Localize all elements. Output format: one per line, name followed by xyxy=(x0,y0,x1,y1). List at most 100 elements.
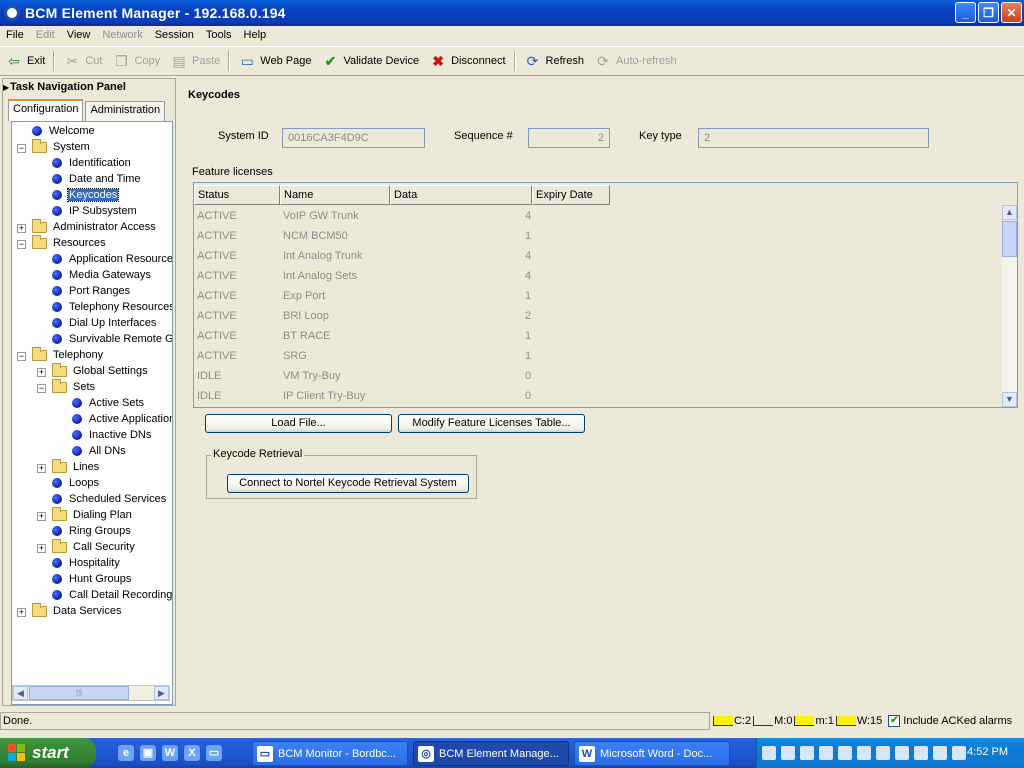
menu-tools[interactable]: Tools xyxy=(200,29,238,41)
system-id-field[interactable]: 0016CA3F4D9C xyxy=(282,128,425,148)
tab-configuration[interactable]: Configuration xyxy=(8,99,84,121)
tree-item-media-gateways[interactable]: Media Gateways xyxy=(52,267,152,283)
minimize-button[interactable]: _ xyxy=(955,2,976,23)
modify-feature-licenses-button[interactable]: Modify Feature Licenses Table... xyxy=(398,414,585,433)
table-row[interactable]: ACTIVE Int Analog Trunk 4 xyxy=(194,247,1002,267)
tree-item-ip-subsystem[interactable]: IP Subsystem xyxy=(52,203,138,219)
close-button[interactable]: ✕ xyxy=(1001,2,1022,23)
tree-item-inactive-dns[interactable]: Inactive DNs xyxy=(72,427,152,443)
menu-view[interactable]: View xyxy=(61,29,97,41)
column-header-expiry-date[interactable]: Expiry Date xyxy=(532,185,610,205)
tray-shield-icon[interactable] xyxy=(857,746,871,760)
tree-item-telephony-resources[interactable]: Telephony Resources xyxy=(52,299,172,315)
expand-toggle[interactable]: + xyxy=(17,224,26,233)
scroll-thumb[interactable]: ||| xyxy=(29,686,129,700)
tray-app-icon[interactable] xyxy=(914,746,928,760)
load-file-button[interactable]: Load File... xyxy=(205,414,392,433)
table-row[interactable]: ACTIVE Int Analog Sets 4 xyxy=(194,267,1002,287)
tray-network-icon[interactable] xyxy=(762,746,776,760)
tray-volume-icon[interactable] xyxy=(838,746,852,760)
tree-item-dialing-plan[interactable]: Dialing Plan xyxy=(52,506,133,523)
table-row[interactable]: IDLE IP Client Try-Buy 0 xyxy=(194,387,1002,407)
tree-item-identification[interactable]: Identification xyxy=(52,155,132,171)
tree-item-survivable-remote-gateway[interactable]: Survivable Remote Gateway xyxy=(52,331,172,347)
sequence-field[interactable]: 2 xyxy=(528,128,610,148)
table-row[interactable]: ACTIVE BT RACE 1 xyxy=(194,327,1002,347)
tree-item-lines[interactable]: Lines xyxy=(52,458,100,475)
menu-network[interactable]: Network xyxy=(96,29,148,41)
tree-item-application-resources[interactable]: Application Resources xyxy=(52,251,172,267)
tree-item-call-security[interactable]: Call Security xyxy=(52,538,136,555)
table-row[interactable]: ACTIVE SRG 1 xyxy=(194,347,1002,367)
column-header-name[interactable]: Name xyxy=(280,185,390,205)
cut-button[interactable]: ✂ Cut xyxy=(58,48,107,74)
connect-nortel-button[interactable]: Connect to Nortel Keycode Retrieval Syst… xyxy=(227,474,469,493)
tree-item-system[interactable]: System xyxy=(32,138,91,155)
collapse-toggle[interactable]: − xyxy=(17,352,26,361)
scroll-up-icon[interactable]: ▲ xyxy=(1002,205,1017,220)
tree-item-telephony[interactable]: Telephony xyxy=(32,346,104,363)
tree-item-hospitality[interactable]: Hospitality xyxy=(52,555,121,571)
tray-app-icon[interactable] xyxy=(933,746,947,760)
tree-item-all-dns[interactable]: All DNs xyxy=(72,443,127,459)
taskbar-item-bcm-monitor[interactable]: ▭ BCM Monitor - Bordbc... xyxy=(252,741,408,766)
auto-refresh-button[interactable]: ⟳ Auto-refresh xyxy=(589,48,682,74)
word-icon[interactable]: W xyxy=(162,745,178,761)
web-page-button[interactable]: ▭ Web Page xyxy=(233,48,316,74)
key-type-field[interactable]: 2 xyxy=(698,128,929,148)
tray-app-icon[interactable] xyxy=(781,746,795,760)
include-acked-checkbox[interactable]: ✔ xyxy=(888,715,901,727)
expand-toggle[interactable]: + xyxy=(37,512,46,521)
menu-session[interactable]: Session xyxy=(149,29,200,41)
tray-app-icon[interactable] xyxy=(819,746,833,760)
refresh-button[interactable]: ⟳ Refresh xyxy=(519,48,590,74)
scroll-thumb[interactable] xyxy=(1002,221,1017,257)
collapse-toggle[interactable]: − xyxy=(37,384,46,393)
taskbar-item-bcm-element-manager[interactable]: ◎ BCM Element Manage... xyxy=(413,741,569,766)
tree-item-scheduled-services[interactable]: Scheduled Services xyxy=(52,491,167,507)
explorer-icon[interactable]: ▣ xyxy=(140,745,156,761)
table-row[interactable]: ACTIVE Exp Port 1 xyxy=(194,287,1002,307)
collapse-arrow-icon[interactable]: ▶ xyxy=(3,83,9,92)
tree-item-data-services[interactable]: Data Services xyxy=(32,602,122,619)
collapse-toggle[interactable]: − xyxy=(17,240,26,249)
tree-item-date-and-time[interactable]: Date and Time xyxy=(52,171,142,187)
ie-icon[interactable]: e xyxy=(118,745,134,761)
tray-app-icon[interactable] xyxy=(952,746,966,760)
tree-item-active-applications[interactable]: Active Applications xyxy=(72,411,172,427)
expand-toggle[interactable]: + xyxy=(17,608,26,617)
taskbar-item-microsoft-word[interactable]: W Microsoft Word - Doc... xyxy=(574,741,730,766)
menu-edit[interactable]: Edit xyxy=(30,29,61,41)
column-header-data[interactable]: Data xyxy=(390,185,532,205)
expand-toggle[interactable]: + xyxy=(37,464,46,473)
collapse-toggle[interactable]: − xyxy=(17,144,26,153)
tree-item-hunt-groups[interactable]: Hunt Groups xyxy=(52,571,132,587)
menu-help[interactable]: Help xyxy=(238,29,273,41)
exit-button[interactable]: ⇦ Exit xyxy=(0,48,50,74)
tree-item-call-detail-recording[interactable]: Call Detail Recording xyxy=(52,587,172,603)
scroll-down-icon[interactable]: ▼ xyxy=(1002,392,1017,407)
maximize-button[interactable]: ❐ xyxy=(978,2,999,23)
disconnect-button[interactable]: ✖ Disconnect xyxy=(424,48,510,74)
tree-item-resources[interactable]: Resources xyxy=(32,234,107,251)
excel-icon[interactable]: X xyxy=(184,745,200,761)
desktop-icon[interactable]: ▭ xyxy=(206,745,222,761)
scroll-right-icon[interactable]: ▶ xyxy=(154,686,169,700)
table-row[interactable]: ACTIVE VoIP GW Trunk 4 xyxy=(194,207,1002,227)
tree-item-dial-up-interfaces[interactable]: Dial Up Interfaces xyxy=(52,315,157,331)
tree-item-administrator-access[interactable]: Administrator Access xyxy=(32,218,157,235)
tree-item-loops[interactable]: Loops xyxy=(52,475,100,491)
tray-app-icon[interactable] xyxy=(800,746,814,760)
expand-toggle[interactable]: + xyxy=(37,544,46,553)
validate-device-button[interactable]: ✔ Validate Device xyxy=(316,48,424,74)
table-vertical-scrollbar[interactable]: ▲ ▼ xyxy=(1002,205,1017,407)
scroll-left-icon[interactable]: ◀ xyxy=(13,686,28,700)
tree-item-ring-groups[interactable]: Ring Groups xyxy=(52,523,132,539)
alarm-critical[interactable]: C:2 xyxy=(713,715,751,727)
tray-bluetooth-icon[interactable] xyxy=(895,746,909,760)
menu-file[interactable]: File xyxy=(0,29,30,41)
tree-item-welcome[interactable]: Welcome xyxy=(32,123,96,139)
alarm-warning[interactable]: W:15 xyxy=(835,715,882,727)
tree-item-sets[interactable]: Sets xyxy=(52,378,96,395)
tree-item-global-settings[interactable]: Global Settings xyxy=(52,362,149,379)
